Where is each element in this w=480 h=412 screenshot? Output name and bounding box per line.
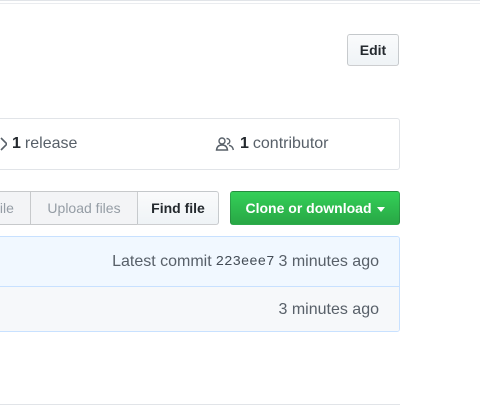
releases-link[interactable]: 1 release: [0, 119, 77, 169]
clone-download-button[interactable]: Clone or download: [230, 191, 400, 225]
clone-download-label: Clone or download: [245, 200, 372, 216]
latest-commit-prefix: Latest commit: [112, 252, 212, 270]
repo-summary-bar: 1 release 1 contributor: [0, 118, 400, 170]
file-age: 3 minutes ago: [278, 301, 379, 318]
commit-sha-link[interactable]: 223eee7: [216, 254, 275, 270]
releases-label: release: [24, 135, 78, 152]
file-button-group: file Upload files Find file: [0, 191, 219, 225]
find-file-button[interactable]: Find file: [137, 191, 219, 225]
upload-files-button[interactable]: Upload files: [30, 191, 138, 225]
file-row: 3 minutes ago: [0, 287, 399, 331]
people-icon: [215, 136, 235, 152]
bottom-divider: [0, 404, 400, 405]
edit-button[interactable]: Edit: [347, 34, 399, 66]
caret-down-icon: [376, 206, 385, 212]
commit-age: 3 minutes ago: [278, 252, 379, 270]
create-file-button[interactable]: file: [0, 191, 31, 225]
releases-count: 1: [12, 135, 21, 152]
contributors-count: 1: [240, 135, 249, 152]
contributors-label: contributor: [252, 135, 329, 152]
commit-box: Latest commit 223eee7 3 minutes ago 3 mi…: [0, 236, 400, 332]
contributors-link[interactable]: 1 contributor: [215, 119, 329, 169]
header-divider: [0, 3, 480, 4]
tag-icon: [0, 136, 7, 152]
top-divider: [0, 0, 480, 1]
latest-commit-row: Latest commit 223eee7 3 minutes ago: [0, 237, 399, 287]
